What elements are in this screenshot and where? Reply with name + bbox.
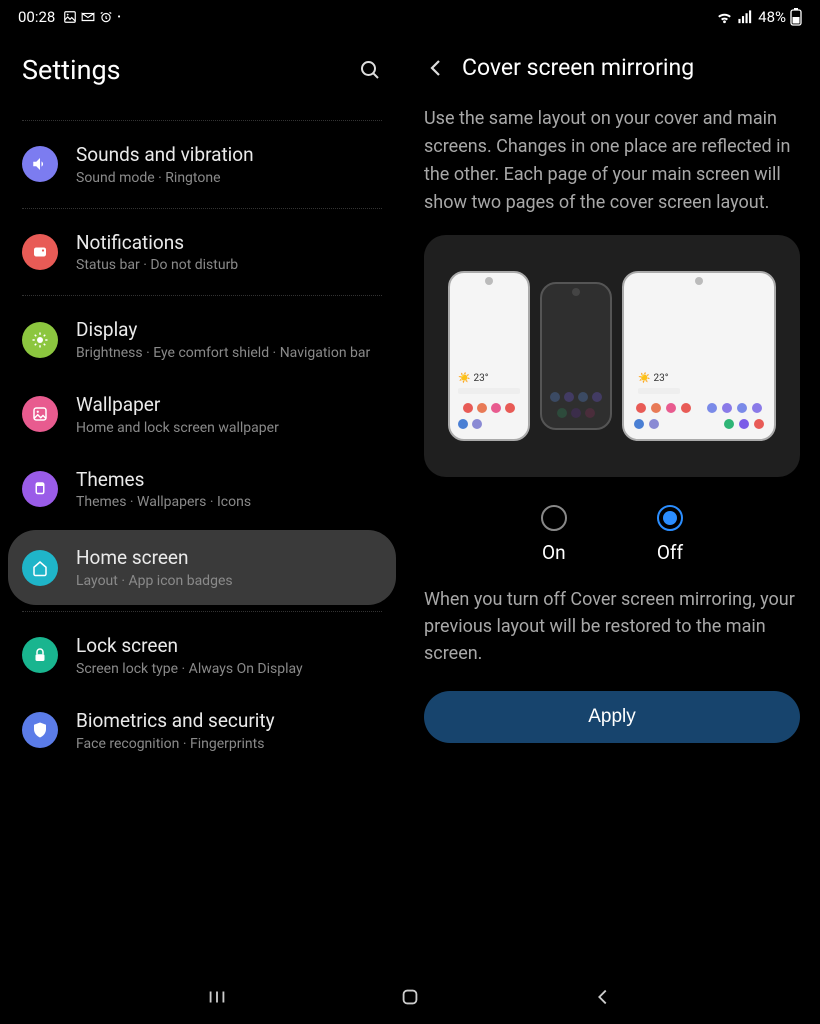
- radio-label-off: Off: [657, 541, 683, 564]
- settings-item-title: Biometrics and security: [76, 709, 275, 734]
- preview-box: ☀️23° ☀️23°: [424, 235, 800, 477]
- settings-item-title: Lock screen: [76, 634, 303, 659]
- settings-item-subtitle: Home and lock screen wallpaper: [76, 420, 279, 436]
- detail-pane: Cover screen mirroring Use the same layo…: [404, 34, 820, 970]
- battery-text: 48%: [758, 8, 786, 26]
- settings-item-biometrics-and-security[interactable]: Biometrics and security Face recognition…: [0, 693, 404, 768]
- nav-back-button[interactable]: [590, 984, 616, 1010]
- lock-icon: [22, 637, 58, 673]
- radio-label-on: On: [542, 541, 566, 564]
- nav-bar: [0, 970, 820, 1024]
- status-bar: 00:28 • 48%: [0, 0, 820, 34]
- radio-option-off[interactable]: Off: [657, 505, 683, 564]
- search-icon[interactable]: [358, 58, 382, 82]
- settings-item-title: Themes: [76, 468, 251, 493]
- settings-item-title: Notifications: [76, 231, 238, 256]
- settings-pane: Settings Sounds and vibration Sound mode…: [0, 34, 404, 970]
- shield-icon: [22, 712, 58, 748]
- settings-item-subtitle: Screen lock type · Always On Display: [76, 661, 303, 677]
- notif-icon: [22, 234, 58, 270]
- settings-item-notifications[interactable]: Notifications Status bar · Do not distur…: [0, 215, 404, 290]
- settings-item-wallpaper[interactable]: Wallpaper Home and lock screen wallpaper: [0, 377, 404, 452]
- battery-icon: [790, 8, 802, 26]
- settings-item-subtitle: Themes · Wallpapers · Icons: [76, 494, 251, 510]
- alarm-icon: [99, 10, 113, 24]
- settings-item-sounds-and-vibration[interactable]: Sounds and vibration Sound mode · Ringto…: [0, 127, 404, 202]
- settings-item-subtitle: Sound mode · Ringtone: [76, 170, 254, 186]
- detail-description: Use the same layout on your cover and ma…: [424, 101, 800, 235]
- settings-item-display[interactable]: Display Brightness · Eye comfort shield …: [0, 302, 404, 377]
- sound-icon: [22, 146, 58, 182]
- wallpaper-icon: [22, 396, 58, 432]
- settings-item-subtitle: Status bar · Do not disturb: [76, 257, 238, 273]
- themes-icon: [22, 471, 58, 507]
- apply-button[interactable]: Apply: [424, 691, 800, 743]
- settings-item-home-screen[interactable]: Home screen Layout · App icon badges: [8, 530, 396, 605]
- settings-item-title: Wallpaper: [76, 393, 279, 418]
- phone-preview-cover: ☀️23°: [448, 271, 530, 441]
- home-icon: [22, 550, 58, 586]
- phone-preview-main: ☀️23°: [622, 271, 776, 441]
- image-icon: [63, 10, 77, 24]
- display-icon: [22, 322, 58, 358]
- nav-recent-button[interactable]: [204, 984, 230, 1010]
- settings-title: Settings: [22, 54, 121, 86]
- mail-icon: [81, 10, 95, 24]
- radio-option-on[interactable]: On: [541, 505, 567, 564]
- settings-item-title: Sounds and vibration: [76, 143, 254, 168]
- radio-on[interactable]: [541, 505, 567, 531]
- settings-item-title: Display: [76, 318, 370, 343]
- signal-icon: [737, 9, 754, 26]
- back-icon[interactable]: [424, 56, 448, 80]
- status-left-icons: •: [63, 10, 120, 24]
- nav-home-button[interactable]: [397, 984, 423, 1010]
- radio-off[interactable]: [657, 505, 683, 531]
- settings-item-lock-screen[interactable]: Lock screen Screen lock type · Always On…: [0, 618, 404, 693]
- radio-row: On Off: [424, 477, 800, 582]
- settings-item-subtitle: Face recognition · Fingerprints: [76, 736, 275, 752]
- settings-item-subtitle: Layout · App icon badges: [76, 573, 233, 589]
- off-description: When you turn off Cover screen mirroring…: [424, 582, 800, 691]
- settings-list: Sounds and vibration Sound mode · Ringto…: [0, 114, 404, 970]
- detail-title: Cover screen mirroring: [462, 54, 694, 81]
- wifi-icon: [716, 9, 733, 26]
- settings-item-themes[interactable]: Themes Themes · Wallpapers · Icons: [0, 452, 404, 527]
- settings-item-subtitle: Brightness · Eye comfort shield · Naviga…: [76, 345, 370, 361]
- status-time: 00:28: [18, 8, 55, 26]
- phone-preview-dimmed: [540, 282, 612, 430]
- settings-item-title: Home screen: [76, 546, 233, 571]
